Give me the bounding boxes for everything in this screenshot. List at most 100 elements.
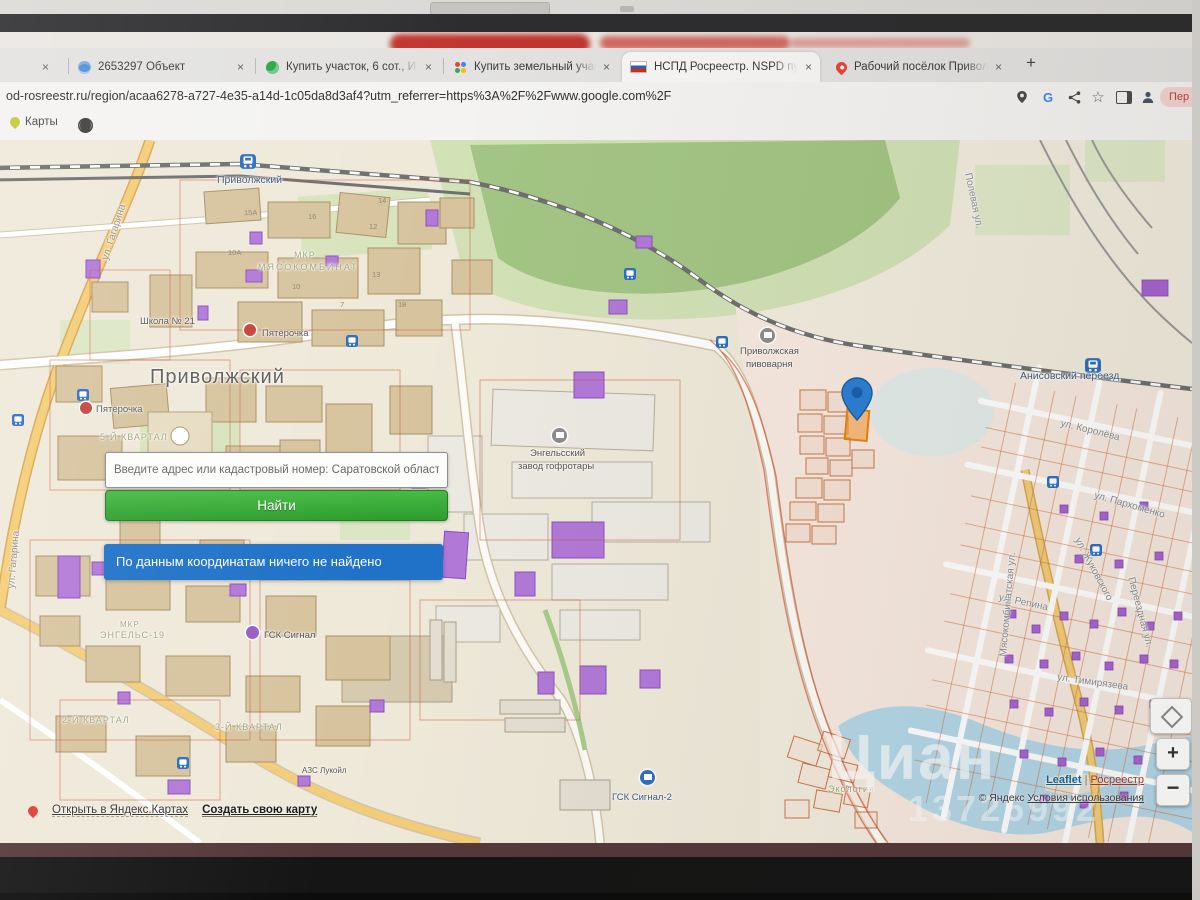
url-field[interactable]: od-rosreestr.ru/region/acaa6278-a727-4e3… xyxy=(6,89,671,103)
map-viewport[interactable]: Приволжский ул. Гагарина ул. Гагарина Шк… xyxy=(0,140,1192,843)
cadastral-search-input[interactable] xyxy=(105,452,448,488)
garage-coop-icon xyxy=(640,770,655,785)
terms-of-use-link[interactable]: Условия использования xyxy=(1027,792,1144,804)
tab-separator xyxy=(255,58,256,74)
tab-title: Рабочий посёлок Привол xyxy=(854,61,988,73)
area-label-ecologia: Экология xyxy=(828,784,875,794)
share-icon[interactable] xyxy=(1064,87,1084,107)
tab-close-icon[interactable]: × xyxy=(603,61,610,73)
poi-label-school: Школа № 21 xyxy=(140,316,195,327)
tab-partial[interactable]: × xyxy=(34,52,68,82)
house-number: 13 xyxy=(372,270,381,279)
tab-title: Купить участок, 6 сот., ИЖС xyxy=(286,61,418,73)
tab-close-icon[interactable]: × xyxy=(805,61,812,73)
area-label-kvartal3: 3-Й КВАРТАЛ xyxy=(215,722,283,732)
bookmark-maps[interactable]: Карты xyxy=(7,114,58,130)
open-in-yandex-maps-link[interactable]: Открыть в Яндекс.Картах xyxy=(52,804,189,817)
house-number: 16 xyxy=(308,212,317,221)
not-found-notification: По данным координатам ничего не найдено xyxy=(104,544,443,580)
area-label-mkr-2: МКР xyxy=(120,620,140,629)
yandex-pin-icon xyxy=(25,803,41,818)
yandex-copyright: © Яндекс xyxy=(978,792,1025,804)
google-icon[interactable]: G xyxy=(1038,87,1058,107)
poi-label-gsk-signal2: ГСК Сигнал-2 xyxy=(612,792,672,803)
laptop-hinge-detail xyxy=(620,6,634,12)
wallpaper-red-shape xyxy=(600,36,790,48)
photo-of-laptop-screen: × 2653297 Объект × Купить участок, 6 сот… xyxy=(0,0,1200,900)
yandex-map-links: Открыть в Яндекс.Картах Создать свою кар… xyxy=(25,803,318,818)
poi-label-pyaterochka-2: Пятёрочка xyxy=(96,404,143,415)
tab-buy-land[interactable]: Купить земельный участок × xyxy=(446,52,618,82)
area-label-mkr: МКР xyxy=(294,250,316,260)
poi-label-brewery-1: Приволжская xyxy=(740,346,799,357)
russian-flag-favicon xyxy=(630,61,647,73)
area-label-kvartal5: 5-Й КВАРТАЛ xyxy=(100,432,168,442)
rosreestr-link[interactable]: Росреестр xyxy=(1091,774,1144,786)
tab-nspd-rosreestr-active[interactable]: НСПД Росреестр. NSPD пуб × xyxy=(622,52,820,82)
house-number: 10А xyxy=(228,248,242,257)
tab-close-icon[interactable]: × xyxy=(42,61,49,73)
poi-label-zavod-1: Энгельсский xyxy=(530,448,586,459)
store-icon xyxy=(80,402,92,414)
house-number: 12 xyxy=(369,222,378,231)
store-icon xyxy=(244,324,256,336)
layers-button[interactable] xyxy=(1150,698,1192,734)
find-button[interactable]: Найти xyxy=(105,490,448,521)
leaflet-attribution: Leaflet | Росреестр xyxy=(1046,774,1144,786)
bookmark-star-icon[interactable]: ☆ xyxy=(1088,87,1108,107)
zoom-out-button[interactable]: − xyxy=(1156,774,1190,806)
tab-title: НСПД Росреестр. NSPD пуб xyxy=(654,61,798,73)
listing-favicon xyxy=(266,60,279,74)
house-number: 7 xyxy=(340,300,345,309)
area-label-myasokombinat: МЯСОКОМБИНАТ xyxy=(258,262,359,272)
photo-background-right xyxy=(1192,0,1200,900)
poi-label-zavod-2: завод гофротары xyxy=(518,461,595,472)
bookmark-pin-icon xyxy=(7,114,23,130)
area-label-engels19: ЭНГЕЛЬС-19 xyxy=(100,630,165,640)
tab-object[interactable]: 2653297 Объект × xyxy=(70,52,252,82)
station-label: Приволжский xyxy=(217,174,283,186)
yandex-attribution: © Яндекс Условия использования xyxy=(979,792,1144,804)
station-label-anisovsky: Анисовский переезд xyxy=(1020,370,1120,382)
new-tab-button[interactable]: + xyxy=(1026,53,1036,73)
factory-icon xyxy=(552,428,567,443)
desktop-wallpaper-strip xyxy=(0,32,1192,48)
screen-bottom-strip xyxy=(0,843,1192,857)
poi-label-gsk-signal: ГСК Сигнал xyxy=(264,630,316,641)
brewery-icon xyxy=(760,328,775,343)
tab-strip: × 2653297 Объект × Купить участок, 6 сот… xyxy=(0,48,1192,82)
layers-diamond-icon xyxy=(1160,705,1184,729)
bookmark-label: Карты xyxy=(25,116,58,128)
zoom-in-button[interactable]: + xyxy=(1156,738,1190,770)
garage-coop-icon xyxy=(246,626,259,639)
tab-close-icon[interactable]: × xyxy=(237,61,244,73)
house-number: 18 xyxy=(398,300,407,309)
location-pin-icon[interactable] xyxy=(1012,87,1032,107)
leaflet-link[interactable]: Leaflet xyxy=(1046,774,1081,786)
wallpaper-red-shape xyxy=(390,34,590,48)
poi-label-brewery-2: пивоварня xyxy=(746,359,793,370)
tab-buy-plot[interactable]: Купить участок, 6 сот., ИЖС × xyxy=(258,52,440,82)
profile-icon[interactable] xyxy=(1138,87,1158,107)
tab-close-icon[interactable]: × xyxy=(995,61,1002,73)
town-label-privolzhsky: Приволжский xyxy=(150,366,285,388)
attribution-separator: | xyxy=(1084,774,1088,786)
sidebar-icon[interactable] xyxy=(1114,87,1134,107)
tab-separator xyxy=(443,58,444,74)
bookmarks-bar: Карты xyxy=(0,112,1192,141)
house-number: 14 xyxy=(378,196,387,205)
browser-window: × 2653297 Объект × Купить участок, 6 сот… xyxy=(0,48,1200,843)
create-own-map-link[interactable]: Создать свою карту xyxy=(202,804,318,817)
address-bar: od-rosreestr.ru/region/acaa6278-a727-4e3… xyxy=(0,82,1200,112)
tab-privolzhsky[interactable]: Рабочий посёлок Привол × xyxy=(828,52,1010,82)
tab-title: 2653297 Объект xyxy=(98,61,186,73)
house-number: 15А xyxy=(244,208,258,217)
dots-favicon xyxy=(454,61,467,74)
extension-globe-icon[interactable] xyxy=(78,118,93,133)
tab-close-icon[interactable]: × xyxy=(425,61,432,73)
house-number: 10 xyxy=(292,282,301,291)
laptop-edge xyxy=(0,893,1192,900)
tab-title: Купить земельный участок xyxy=(474,61,596,73)
poi-label-azs: АЗС Лукойл xyxy=(302,766,347,775)
wallpaper-red-shape xyxy=(790,38,970,48)
